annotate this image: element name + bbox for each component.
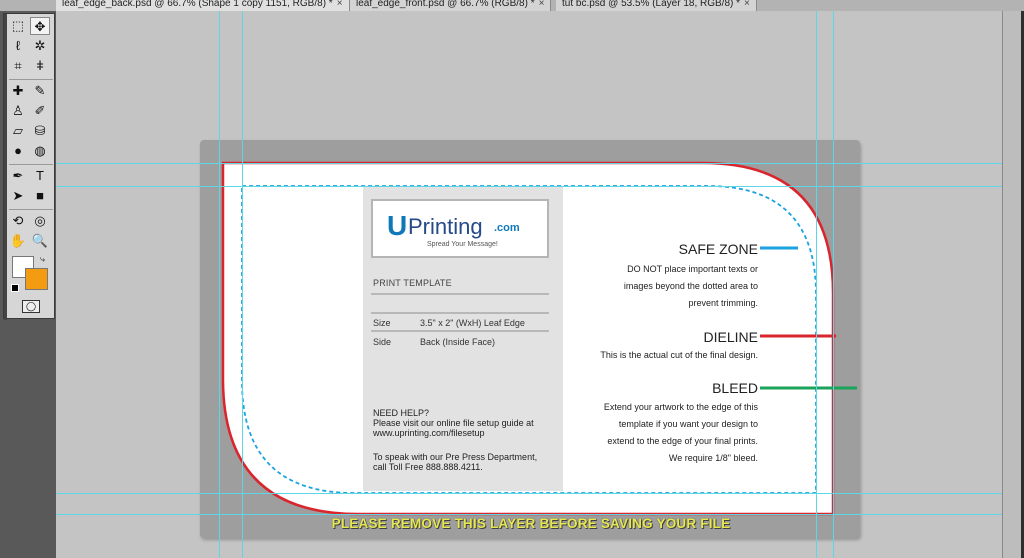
tab-leaf-edge-front[interactable]: leaf_edge_front.psd @ 66.7% (RGB/8) * × [350,0,552,11]
desc-line: We require 1/8" bleed. [668,453,758,463]
history-brush-icon[interactable]: ✐ [30,102,50,120]
tool-divider [9,164,53,165]
magic-wand-icon[interactable]: ✲ [30,37,50,55]
pen-icon[interactable]: ✒ [8,167,28,185]
stamp-icon[interactable]: ♙ [8,102,28,120]
zoom-icon[interactable]: 🔍 [30,232,50,250]
3d-orbit-icon[interactable]: ◎ [30,212,50,230]
bucket-icon[interactable]: ⛁ [30,122,50,140]
tab-title: tut bc.psd @ 53.5% (Layer 18, RGB/8) * [562,0,741,9]
close-icon[interactable]: × [337,0,343,9]
background-color-swatch[interactable] [25,268,48,290]
photoshop-window: leaf_edge_back.psd @ 66.7% (Shape 1 copy… [0,0,1024,558]
move-icon[interactable]: ✥ [30,17,50,35]
tool-divider [9,79,53,80]
close-icon[interactable]: × [744,0,750,9]
crop-icon[interactable]: ⌗ [8,57,28,75]
hand-icon[interactable]: ✋ [8,232,28,250]
dieline-title: DIELINE [703,329,758,345]
safe-zone-desc: DO NOT place important texts or images b… [556,261,758,312]
lasso-icon[interactable]: ℓ [8,37,28,55]
guide-vertical[interactable] [219,11,220,558]
eraser-icon[interactable]: ▱ [8,122,28,140]
dodge-icon[interactable]: ◍ [30,142,50,160]
logo-letter: U [387,210,408,241]
logo-tagline: Spread Your Message! [427,241,498,248]
quick-mask-icon[interactable]: ◯ [22,300,40,313]
healing-icon[interactable]: ✚ [8,82,28,100]
spec-label-size: Size [373,318,391,328]
safe-zone-title: SAFE ZONE [678,241,758,257]
remove-layer-warning: PLEASE REMOVE THIS LAYER BEFORE SAVING Y… [331,516,731,531]
help-text: Please visit our online file setup guide… [373,418,534,428]
spec-label-side: Side [373,337,392,347]
guide-vertical[interactable] [816,11,817,558]
bleed-desc: Extend your artwork to the edge of this … [536,399,758,467]
print-template-heading: PRINT TEMPLATE [373,278,452,288]
bleed-title: BLEED [712,380,758,396]
canvas-area[interactable]: U Printing .com Spread Your Message! PRI… [56,11,1002,558]
spec-value-size: 3.5" x 2" (WxH) Leaf Edge [420,318,525,328]
tab-tut-bc[interactable]: tut bc.psd @ 53.5% (Layer 18, RGB/8) * × [556,0,757,11]
close-icon[interactable]: × [539,0,545,9]
divider [371,293,549,295]
shape-icon[interactable]: ■ [30,187,50,205]
tools-palette: ⬚ ✥ ℓ ✲ ⌗ ǂ ✚ ✎ ♙ ✐ ▱ ⛁ ● ◍ ✒ T ➤ ■ ⟲ ◎ … [3,13,55,320]
desc-line: extend to the edge of your final prints. [607,436,758,446]
spec-value-side: Back (Inside Face) [420,337,496,347]
divider [371,312,549,314]
guide-horizontal[interactable] [56,163,1002,164]
guide-vertical[interactable] [833,11,834,558]
default-colors-icon[interactable] [11,284,19,292]
prepress-phone: call Toll Free 888.888.4211. [373,462,483,472]
3d-rotate-icon[interactable]: ⟲ [8,212,28,230]
logo-word: Printing [408,214,483,239]
logo-domain: .com [494,222,520,234]
help-heading: NEED HELP? [373,408,430,418]
document-tab-bar: leaf_edge_back.psd @ 66.7% (Shape 1 copy… [0,0,1024,11]
swap-colors-icon[interactable]: ⤷ [40,254,45,265]
guide-horizontal[interactable] [56,514,1002,515]
dieline-desc: This is the actual cut of the final desi… [536,347,758,364]
template-info-panel: U Printing .com Spread Your Message! PRI… [363,187,563,491]
eyedropper-icon[interactable]: ǂ [30,57,50,75]
blur-icon[interactable]: ● [8,142,28,160]
panel-grip[interactable] [4,14,7,320]
guide-horizontal[interactable] [56,186,1002,187]
desc-line: images beyond the dotted area to [623,281,758,291]
tab-leaf-edge-back[interactable]: leaf_edge_back.psd @ 66.7% (Shape 1 copy… [56,0,350,11]
brush-icon[interactable]: ✎ [30,82,50,100]
tab-title: leaf_edge_back.psd @ 66.7% (Shape 1 copy… [62,0,333,9]
rect-marquee-icon[interactable]: ⬚ [8,17,28,35]
type-icon[interactable]: T [30,167,50,185]
desc-line: template if you want your design to [618,419,758,429]
path-select-icon[interactable]: ➤ [8,187,28,205]
prepress-text: To speak with our Pre Press Department, [373,452,538,462]
desc-line: Extend your artwork to the edge of this [603,402,758,412]
guide-vertical[interactable] [242,11,243,558]
divider [371,330,549,332]
help-url: www.uprinting.com/filesetup [373,428,485,438]
tools-panel: ⬚ ✥ ℓ ✲ ⌗ ǂ ✚ ✎ ♙ ✐ ▱ ⛁ ● ◍ ✒ T ➤ ■ ⟲ ◎ … [0,11,56,558]
desc-line: This is the actual cut of the final desi… [600,350,758,360]
guide-horizontal[interactable] [56,493,1002,494]
tab-title: leaf_edge_front.psd @ 66.7% (RGB/8) * [356,0,535,9]
vertical-scrollbar[interactable] [1002,11,1024,558]
uprinting-logo: U Printing .com Spread Your Message! [371,199,549,258]
desc-line: DO NOT place important texts or [627,264,758,274]
desc-line: prevent trimming. [688,298,758,308]
tool-divider [9,209,53,210]
